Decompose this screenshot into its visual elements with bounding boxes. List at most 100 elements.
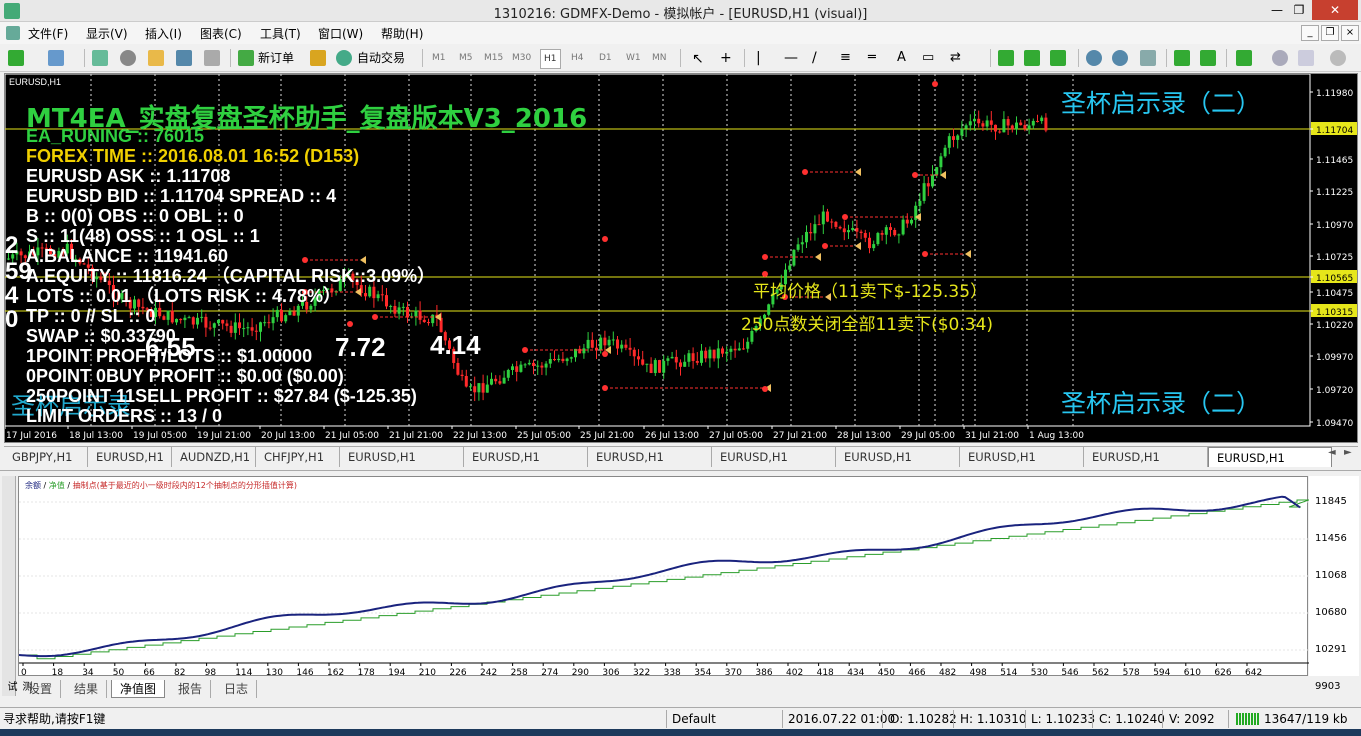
candle-body	[221, 319, 225, 324]
zoom-in-icon[interactable]	[1086, 50, 1102, 66]
data-window-icon[interactable]	[120, 50, 136, 66]
strategy-tester-icon[interactable]	[204, 50, 220, 66]
tab-journal[interactable]: 日志	[216, 680, 258, 698]
timeframe-h4[interactable]: H4	[571, 49, 584, 67]
cursor-icon[interactable]: ↖	[692, 51, 704, 67]
price-axis-label: 1.10475	[1316, 289, 1353, 299]
tab-report[interactable]: 报告	[170, 680, 212, 698]
menu-view[interactable]: 显示(V)	[86, 25, 128, 42]
chart-tab[interactable]: EURUSD,H1 (visual)	[588, 447, 712, 484]
text-tool-icon[interactable]: A	[897, 50, 906, 65]
chart-tab[interactable]: EURUSD,H1 (visual)	[464, 447, 588, 484]
arrows-tool-icon[interactable]: ⇄	[950, 50, 961, 65]
new-chart-icon[interactable]	[8, 50, 24, 66]
legend-equity: 净值	[48, 481, 65, 490]
new-order-icon[interactable]	[238, 50, 254, 66]
profiles-icon[interactable]	[48, 50, 64, 66]
auto-trading-icon[interactable]	[336, 50, 352, 66]
tabs-scroll-right-icon[interactable]: ►	[1344, 447, 1352, 458]
crosshair-icon[interactable]: +	[720, 50, 732, 66]
chart-tab[interactable]: EURUSD,H1 (visual)	[1208, 447, 1332, 485]
market-watch-icon[interactable]	[92, 50, 108, 66]
candle-body	[557, 358, 561, 361]
mdi-minimize-button[interactable]: _	[1301, 25, 1319, 41]
candle-body	[1010, 125, 1014, 130]
tabs-scroll-left-icon[interactable]: ◄	[1328, 447, 1336, 458]
equity-chart[interactable]: 0 18 34 50 66 82 98 114 130 146 162 178 194 210 226 242…	[18, 476, 1316, 688]
menu-tools[interactable]: 工具(T)	[260, 25, 301, 42]
time-axis-label: 26 Jul 13:00	[645, 431, 699, 441]
equity-x-label: 290	[572, 668, 589, 677]
chart-tab[interactable]: EURUSD,H1	[88, 447, 172, 467]
fibonacci-icon[interactable]: ═	[868, 50, 876, 65]
bar-chart-icon[interactable]	[998, 50, 1014, 66]
chart-tab[interactable]: EURUSD,H1 (visual)	[836, 447, 960, 484]
metaeditor-icon[interactable]	[310, 50, 326, 66]
candle-body	[838, 226, 842, 229]
candle-body	[788, 265, 792, 270]
mdi-close-button[interactable]: ×	[1341, 25, 1359, 41]
chart-tab[interactable]: EURUSD,H1 (visual)	[960, 447, 1084, 484]
line-chart-icon[interactable]	[1050, 50, 1066, 66]
candle-body	[935, 167, 939, 175]
search-icon[interactable]	[1330, 50, 1346, 66]
autoscroll-icon[interactable]	[1174, 50, 1190, 66]
candle-body	[456, 362, 460, 375]
candle-body	[397, 307, 401, 314]
timeframe-w1[interactable]: W1	[626, 49, 641, 67]
chart-tab[interactable]: AUDNZD,H1	[172, 447, 256, 467]
menu-help[interactable]: 帮助(H)	[381, 25, 423, 42]
time-axis-label: 31 Jul 21:00	[965, 431, 1019, 441]
timeframe-m30[interactable]: M30	[512, 49, 531, 67]
candlestick-icon[interactable]	[1024, 50, 1040, 66]
tab-results[interactable]: 结果	[66, 680, 108, 698]
chart-tab[interactable]: CHFJPY,H1	[256, 447, 340, 467]
chart-tab[interactable]: EURUSD,H1 (visual)	[340, 447, 464, 484]
candle-body	[842, 228, 846, 233]
timeframe-mn[interactable]: MN	[652, 49, 667, 67]
candle-body	[485, 384, 489, 393]
templates-icon[interactable]	[1298, 50, 1314, 66]
terminal-icon[interactable]	[176, 50, 192, 66]
price-chart[interactable]: 1.11980 1.11704 1.11465 1.11225 1.10970 1.107…	[4, 73, 1358, 443]
candle-body	[422, 319, 426, 323]
chart-tab[interactable]: EURUSD,H1 (visual)	[1084, 447, 1208, 484]
tab-settings[interactable]: 设置	[20, 680, 62, 698]
trendline-icon[interactable]: /	[812, 50, 817, 66]
periods-icon[interactable]	[1272, 50, 1288, 66]
candle-body	[649, 363, 653, 374]
menu-chart[interactable]: 图表(C)	[200, 25, 242, 42]
candle-body	[259, 322, 262, 332]
timeframe-m15[interactable]: M15	[484, 49, 503, 67]
menu-insert[interactable]: 插入(I)	[145, 25, 182, 42]
candle-body	[242, 328, 246, 330]
chart-tab[interactable]: GBPJPY,H1	[4, 447, 88, 467]
chart-shift-icon[interactable]	[1200, 50, 1216, 66]
label-tool-icon[interactable]: ▭	[922, 50, 934, 65]
timeframe-d1[interactable]: D1	[599, 49, 612, 67]
tile-windows-icon[interactable]	[1140, 50, 1156, 66]
vertical-line-icon[interactable]: |	[756, 50, 761, 66]
close-button[interactable]: ✕	[1312, 0, 1358, 20]
indicators-icon[interactable]	[1236, 50, 1252, 66]
candle-body	[960, 128, 964, 136]
chart-tab[interactable]: EURUSD,H1 (visual)	[712, 447, 836, 484]
zoom-out-icon[interactable]	[1112, 50, 1128, 66]
candle-body	[645, 363, 649, 365]
candle-body	[922, 183, 926, 201]
timeframe-m5[interactable]: M5	[459, 49, 473, 67]
timeframe-h1[interactable]: H1	[540, 49, 561, 69]
navigator-icon[interactable]	[148, 50, 164, 66]
menu-file[interactable]: 文件(F)	[28, 25, 68, 42]
auto-trading-button[interactable]: 自动交易	[357, 48, 405, 68]
equity-x-label: 146	[296, 668, 313, 677]
new-order-button[interactable]: 新订单	[258, 48, 294, 68]
mdi-restore-button[interactable]: ❐	[1321, 25, 1339, 41]
horizontal-line-icon[interactable]: —	[784, 50, 798, 66]
timeframe-m1[interactable]: M1	[432, 49, 446, 67]
channel-icon[interactable]: ≡	[840, 50, 851, 65]
tab-equity-chart[interactable]: 净值图	[111, 680, 166, 698]
restore-button[interactable]: ❐	[1284, 0, 1314, 20]
candle-body	[1006, 119, 1010, 126]
menu-window[interactable]: 窗口(W)	[318, 25, 363, 42]
